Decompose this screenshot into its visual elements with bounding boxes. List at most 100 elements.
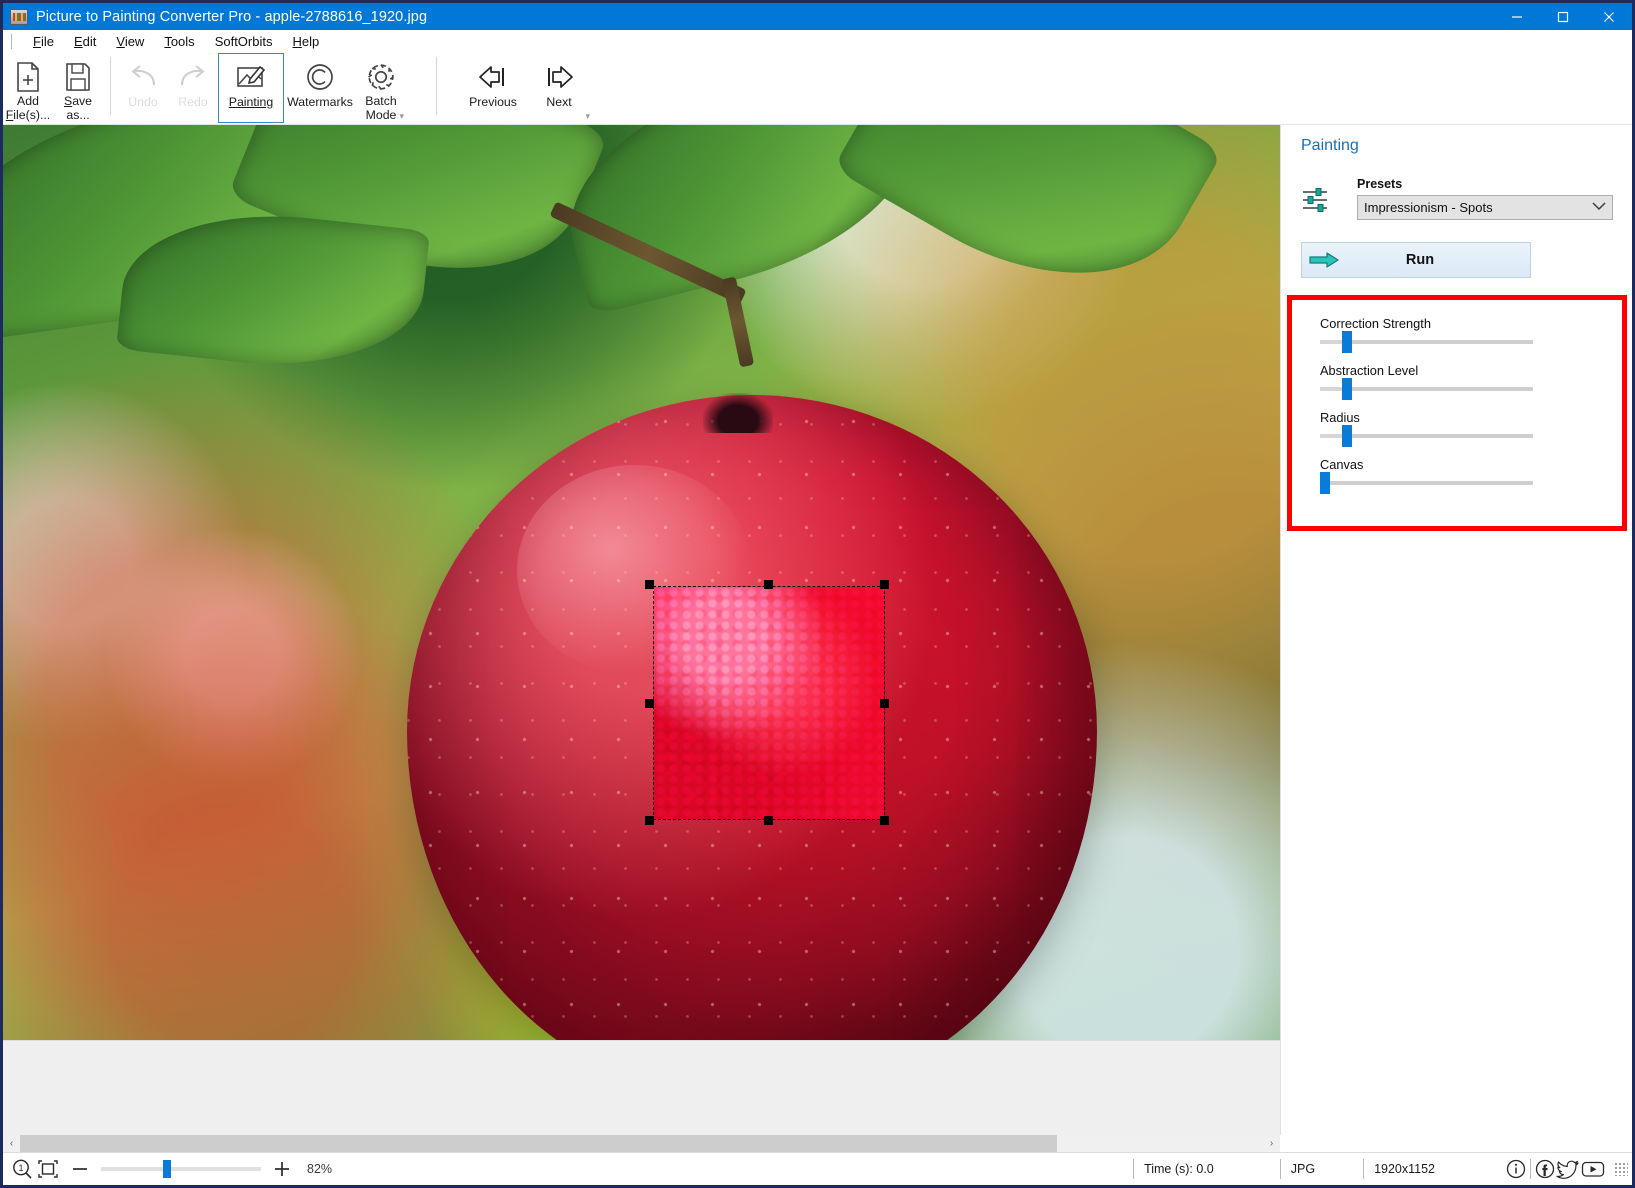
selection-handle-tl[interactable] (645, 580, 654, 589)
save-as-label: Save as... (63, 94, 93, 122)
chevron-down-icon (1592, 201, 1606, 214)
resize-grip[interactable] (1614, 1162, 1628, 1176)
twitter-button[interactable] (1556, 1153, 1580, 1186)
youtube-button[interactable] (1580, 1153, 1606, 1186)
menu-item-file[interactable]: File (23, 32, 64, 51)
application-window: Picture to Painting Converter Pro - appl… (0, 0, 1635, 1188)
selection-handle-tc[interactable] (764, 580, 773, 589)
presets-selected-value: Impressionism - Spots (1364, 200, 1493, 215)
photo-apple (3, 125, 1280, 1040)
scroll-thumb[interactable] (20, 1135, 1057, 1152)
run-button[interactable]: Run (1301, 242, 1531, 278)
format-label: JPG (1290, 1162, 1316, 1176)
status-divider-2 (1279, 1159, 1281, 1179)
facebook-button[interactable] (1534, 1153, 1556, 1186)
slider-canvas: Canvas (1320, 457, 1538, 494)
slider-correction-strength: Correction Strength (1320, 316, 1538, 353)
info-button[interactable] (1505, 1153, 1527, 1186)
painting-button[interactable]: Painting (218, 53, 284, 123)
dimensions-label: 1920x1152 (1374, 1162, 1435, 1176)
scroll-left-arrow-icon[interactable]: ‹ (3, 1135, 20, 1152)
menu-tools-rest: ools (170, 33, 195, 49)
next-button[interactable]: Next (526, 53, 592, 123)
minimize-button[interactable] (1494, 3, 1540, 30)
zoom-out-button[interactable] (69, 1153, 91, 1186)
previous-arrow-icon (474, 60, 512, 94)
selection-handle-mr[interactable] (880, 699, 889, 708)
toolbar-separator-2 (436, 57, 437, 115)
selection-handle-bc[interactable] (764, 816, 773, 825)
menu-item-softorbits[interactable]: SoftOrbits (205, 32, 283, 51)
run-arrow-icon (1302, 251, 1346, 269)
slider-radius-track[interactable] (1320, 425, 1533, 447)
title-bar: Picture to Painting Converter Pro - appl… (3, 3, 1632, 30)
maximize-button[interactable] (1540, 3, 1586, 30)
info-icon (1506, 1159, 1526, 1179)
add-file-icon (13, 60, 43, 93)
presets-row: Presets Impressionism - Spots (1301, 177, 1613, 221)
sliders-highlight-box: Correction Strength Abstraction Level Ra… (1287, 295, 1627, 531)
selection-preview-region[interactable] (653, 586, 885, 820)
menu-item-tools[interactable]: Tools (154, 32, 204, 51)
redo-icon (176, 60, 210, 94)
facebook-icon (1535, 1159, 1555, 1179)
slider-canvas-thumb[interactable] (1320, 472, 1330, 494)
toolbar-overflow-icon[interactable]: ▾ (399, 111, 404, 122)
toolbar-group-modes: Painting Watermarks Batch Mode ▾ (218, 53, 406, 125)
status-divider-3 (1363, 1159, 1365, 1179)
selection-handle-br[interactable] (880, 816, 889, 825)
selection-handle-ml[interactable] (645, 699, 654, 708)
selection-handle-tr[interactable] (880, 580, 889, 589)
scroll-right-arrow-icon[interactable]: › (1263, 1135, 1280, 1152)
slider-canvas-track[interactable] (1320, 472, 1533, 494)
watermarks-button[interactable]: Watermarks (284, 53, 356, 123)
slider-abstraction-level-track[interactable] (1320, 378, 1533, 400)
toolbar-group-nav: Previous Next ▾ (460, 53, 592, 125)
menu-view-rest: iew (124, 33, 145, 49)
next-arrow-icon (540, 60, 578, 94)
undo-label: Undo (128, 95, 158, 109)
watermarks-label: Watermarks (287, 95, 353, 109)
horizontal-scrollbar[interactable]: ‹ › (3, 1135, 1280, 1152)
save-icon (63, 60, 93, 93)
gear-icon (365, 60, 397, 93)
zoom-slider-track[interactable] (101, 1160, 261, 1178)
toolbar-separator-1 (110, 57, 111, 115)
menu-item-edit[interactable]: Edit (64, 32, 106, 51)
slider-radius: Radius (1320, 410, 1538, 447)
previous-button[interactable]: Previous (460, 53, 526, 123)
zoom-actual-size-button[interactable]: 1 (11, 1153, 33, 1186)
slider-correction-strength-thumb[interactable] (1342, 331, 1352, 353)
save-as-button[interactable]: Save as... (53, 53, 103, 123)
zoom-in-button[interactable] (271, 1153, 293, 1186)
slider-radius-thumb[interactable] (1342, 425, 1352, 447)
menu-file-rest: ile (40, 33, 54, 49)
zoom-actual-size-icon: 1 (13, 1159, 32, 1179)
toolbar: Add File(s)... Save as... Undo Redo Pain… (3, 53, 1632, 125)
image-canvas[interactable] (3, 125, 1280, 1135)
close-button[interactable] (1586, 3, 1632, 30)
zoom-slider-thumb[interactable] (163, 1160, 171, 1178)
selection-handle-bl[interactable] (645, 816, 654, 825)
menu-item-help[interactable]: Help (282, 32, 329, 51)
menu-item-view[interactable]: View (106, 32, 154, 51)
slider-abstraction-level-thumb[interactable] (1342, 378, 1352, 400)
presets-dropdown[interactable]: Impressionism - Spots (1357, 195, 1613, 220)
undo-button[interactable]: Undo (118, 53, 168, 123)
twitter-icon (1556, 1160, 1579, 1179)
status-bar: 1 82% Time (s): 0.0 JPG 1920x1152 (3, 1152, 1632, 1185)
add-files-button[interactable]: Add File(s)... (3, 53, 53, 123)
zoom-fit-button[interactable] (37, 1153, 59, 1186)
redo-button[interactable]: Redo (168, 53, 218, 123)
painting-icon (234, 60, 268, 94)
slider-correction-strength-track[interactable] (1320, 331, 1533, 353)
slider-correction-strength-label: Correction Strength (1320, 316, 1431, 331)
window-controls (1494, 3, 1632, 30)
toolbar-group-file: Add File(s)... Save as... (3, 53, 103, 125)
toolbar-nav-overflow-icon[interactable]: ▾ (585, 111, 590, 122)
copyright-icon (304, 60, 336, 94)
menu-help-rest: elp (301, 33, 320, 49)
batch-mode-label: Batch Mode (365, 94, 397, 122)
scroll-track[interactable] (20, 1135, 1263, 1152)
time-label: Time (s): 0.0 (1144, 1162, 1214, 1176)
